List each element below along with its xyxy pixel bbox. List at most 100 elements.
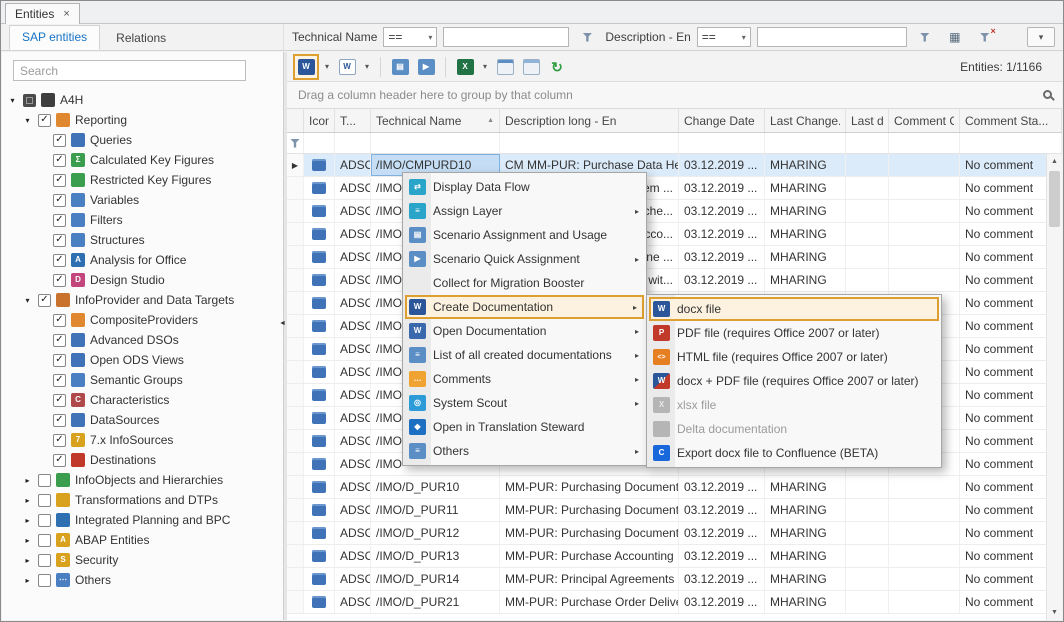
search-input[interactable] (13, 60, 246, 81)
tree-item-open-ods-views[interactable]: ✓Open ODS Views (2, 350, 283, 370)
doc-template-button[interactable]: W (335, 55, 359, 79)
tab-entities[interactable]: Entities × (5, 3, 80, 24)
tree-item-compositeproviders[interactable]: ✓CompositeProviders (2, 310, 283, 330)
auto-filter-row[interactable] (287, 133, 1062, 154)
column-header-technical-name[interactable]: Technical Name▲ (371, 109, 500, 132)
checkbox-unchecked[interactable] (38, 574, 51, 587)
column-header-t[interactable]: T... (335, 109, 371, 132)
excel-export-button-dropdown[interactable]: ▾ (479, 62, 491, 71)
checkbox-checked[interactable]: ✓ (53, 214, 66, 227)
expander-collapsed-icon[interactable]: ▸ (22, 476, 33, 485)
tree-item-filters[interactable]: ✓Filters (2, 210, 283, 230)
tree-item-security[interactable]: ▸SSecurity (2, 550, 283, 570)
scenario-usage-button[interactable]: ▶ (414, 55, 438, 79)
checkbox-checked[interactable]: ✓ (53, 354, 66, 367)
checkbox-checked[interactable]: ✓ (53, 394, 66, 407)
menu-item-pdf-file-requires-office-2007-or-later[interactable]: PPDF file (requires Office 2007 or later… (649, 321, 939, 345)
menu-item-collect-for-migration-booster[interactable]: Collect for Migration Booster (405, 271, 644, 295)
tab-relations[interactable]: Relations (104, 27, 178, 50)
close-icon[interactable]: × (63, 8, 69, 20)
menu-item-display-data-flow[interactable]: ⇄Display Data Flow (405, 175, 644, 199)
checkbox-unchecked[interactable] (38, 514, 51, 527)
doc-template-button-dropdown[interactable]: ▾ (361, 62, 373, 71)
menu-item-export-docx-file-to-confluence-beta[interactable]: CExport docx file to Confluence (BETA) (649, 441, 939, 465)
tree-item-characteristics[interactable]: ✓CCharacteristics (2, 390, 283, 410)
tree-item-reporting[interactable]: ▾✓Reporting (2, 110, 283, 130)
apply-filter-button[interactable] (913, 26, 937, 48)
clear-filter-button[interactable]: × (973, 26, 997, 48)
refresh-button[interactable]: ↻ (545, 55, 569, 79)
filter-cell-description-long-en[interactable] (500, 133, 679, 153)
checkbox-checked[interactable]: ✓ (53, 374, 66, 387)
filter-cell-last-change[interactable] (765, 133, 846, 153)
menu-item-xlsx-file[interactable]: Xxlsx file (649, 393, 939, 417)
description-filter-input[interactable] (757, 27, 907, 47)
create-docx-button[interactable]: W (293, 54, 319, 80)
checkbox-checked[interactable]: ✓ (53, 454, 66, 467)
expander-collapsed-icon[interactable]: ▸ (22, 576, 33, 585)
table-row[interactable]: ADSO/IMO/D_PUR12MM-PUR: Purchasing Docum… (287, 522, 1062, 545)
menu-item-create-documentation[interactable]: WCreate Documentation▸ (405, 295, 644, 319)
tree-item-semantic-groups[interactable]: ✓Semantic Groups (2, 370, 283, 390)
search-icon[interactable] (1043, 90, 1052, 99)
tree-item-structures[interactable]: ✓Structures (2, 230, 283, 250)
excel-export-button[interactable]: X (453, 55, 477, 79)
filter-cell-icon[interactable] (304, 133, 335, 153)
filter-cell-comment-sta[interactable] (960, 133, 1062, 153)
expander-expanded-icon[interactable]: ▾ (7, 96, 18, 105)
table-row[interactable]: ADSO/IMO/D_PUR13MM-PUR: Purchase Account… (287, 545, 1062, 568)
menu-item-list-of-all-created-documentations[interactable]: ≡List of all created documentations▸ (405, 343, 644, 367)
expander-collapsed-icon[interactable]: ▸ (22, 556, 33, 565)
checkbox-checked[interactable]: ✓ (53, 334, 66, 347)
tab-sap-entities[interactable]: SAP entities (9, 25, 100, 50)
tree-item-infoobjects-and-hierarchies[interactable]: ▸InfoObjects and Hierarchies (2, 470, 283, 490)
checkbox-checked[interactable]: ✓ (53, 274, 66, 287)
scenario-assignment-button[interactable]: ▤ (388, 55, 412, 79)
filter-cell-comment-co[interactable] (889, 133, 960, 153)
tree-item-design-studio[interactable]: ✓DDesign Studio (2, 270, 283, 290)
filter-cell-change-date[interactable] (679, 133, 765, 153)
tree-item-queries[interactable]: ✓Queries (2, 130, 283, 150)
menu-item-comments[interactable]: …Comments▸ (405, 367, 644, 391)
checkbox-checked[interactable]: ✓ (53, 154, 66, 167)
tree-item-integrated-planning-and-bpc[interactable]: ▸Integrated Planning and BPC (2, 510, 283, 530)
checkbox-checked[interactable]: ✓ (53, 414, 66, 427)
menu-item-html-file-requires-office-2007-or-later[interactable]: <>HTML file (requires Office 2007 or lat… (649, 345, 939, 369)
column-header-icon[interactable]: Icon (304, 109, 335, 132)
column-header-last-doc[interactable]: Last doc. (846, 109, 889, 132)
group-by-panel[interactable]: Drag a column header here to group by th… (287, 82, 1062, 109)
tree-item-destinations[interactable]: ✓Destinations (2, 450, 283, 470)
column-header-description-long-en[interactable]: Description long - En (500, 109, 679, 132)
expander-collapsed-icon[interactable]: ▸ (22, 536, 33, 545)
expand-filter-panel-button[interactable]: ▾ (1027, 27, 1055, 47)
tree-item-abap-entities[interactable]: ▸AABAP Entities (2, 530, 283, 550)
checkbox-checked[interactable]: ✓ (53, 254, 66, 267)
table-row[interactable]: ADSO/IMO/D_PUR21MM-PUR: Purchase Order D… (287, 591, 1062, 614)
tree-item-restricted-key-figures[interactable]: ✓Restricted Key Figures (2, 170, 283, 190)
table-row[interactable]: ADSO/IMO/D_PUR14MM-PUR: Principal Agreem… (287, 568, 1062, 591)
checkbox-checked[interactable]: ✓ (53, 434, 66, 447)
tree-item-others[interactable]: ▸⋯Others (2, 570, 283, 590)
table-row[interactable]: ADSO/IMO/D_PUR11MM-PUR: Purchasing Docum… (287, 499, 1062, 522)
tree-item-variables[interactable]: ✓Variables (2, 190, 283, 210)
menu-item-open-in-translation-steward[interactable]: ◆Open in Translation Steward (405, 415, 644, 439)
checkbox-checked[interactable]: ✓ (38, 114, 51, 127)
tree-item-datasources[interactable]: ✓DataSources (2, 410, 283, 430)
menu-item-docx-file[interactable]: Wdocx file (649, 297, 939, 321)
expander-collapsed-icon[interactable]: ▸ (22, 496, 33, 505)
menu-item-delta-documentation[interactable]: Delta documentation (649, 417, 939, 441)
scroll-up-icon[interactable]: ▲ (1047, 158, 1062, 165)
tree-item-advanced-dsos[interactable]: ✓Advanced DSOs (2, 330, 283, 350)
tree-item-a4h[interactable]: ▾A4H (2, 90, 283, 110)
copy-grid-button[interactable] (493, 55, 517, 79)
grid-layout-button[interactable] (519, 55, 543, 79)
column-chooser-button[interactable]: ▦ (943, 26, 967, 48)
checkbox-checked[interactable]: ✓ (53, 314, 66, 327)
scrollbar-thumb[interactable] (1049, 171, 1060, 227)
checkbox-unchecked[interactable] (38, 474, 51, 487)
collapse-panel-icon[interactable]: ◄ (279, 320, 286, 327)
expander-expanded-icon[interactable]: ▾ (22, 296, 33, 305)
menu-item-scenario-quick-assignment[interactable]: ▶Scenario Quick Assignment▸ (405, 247, 644, 271)
filter-editor-button[interactable] (575, 26, 599, 48)
filter-cell-t[interactable] (335, 133, 371, 153)
